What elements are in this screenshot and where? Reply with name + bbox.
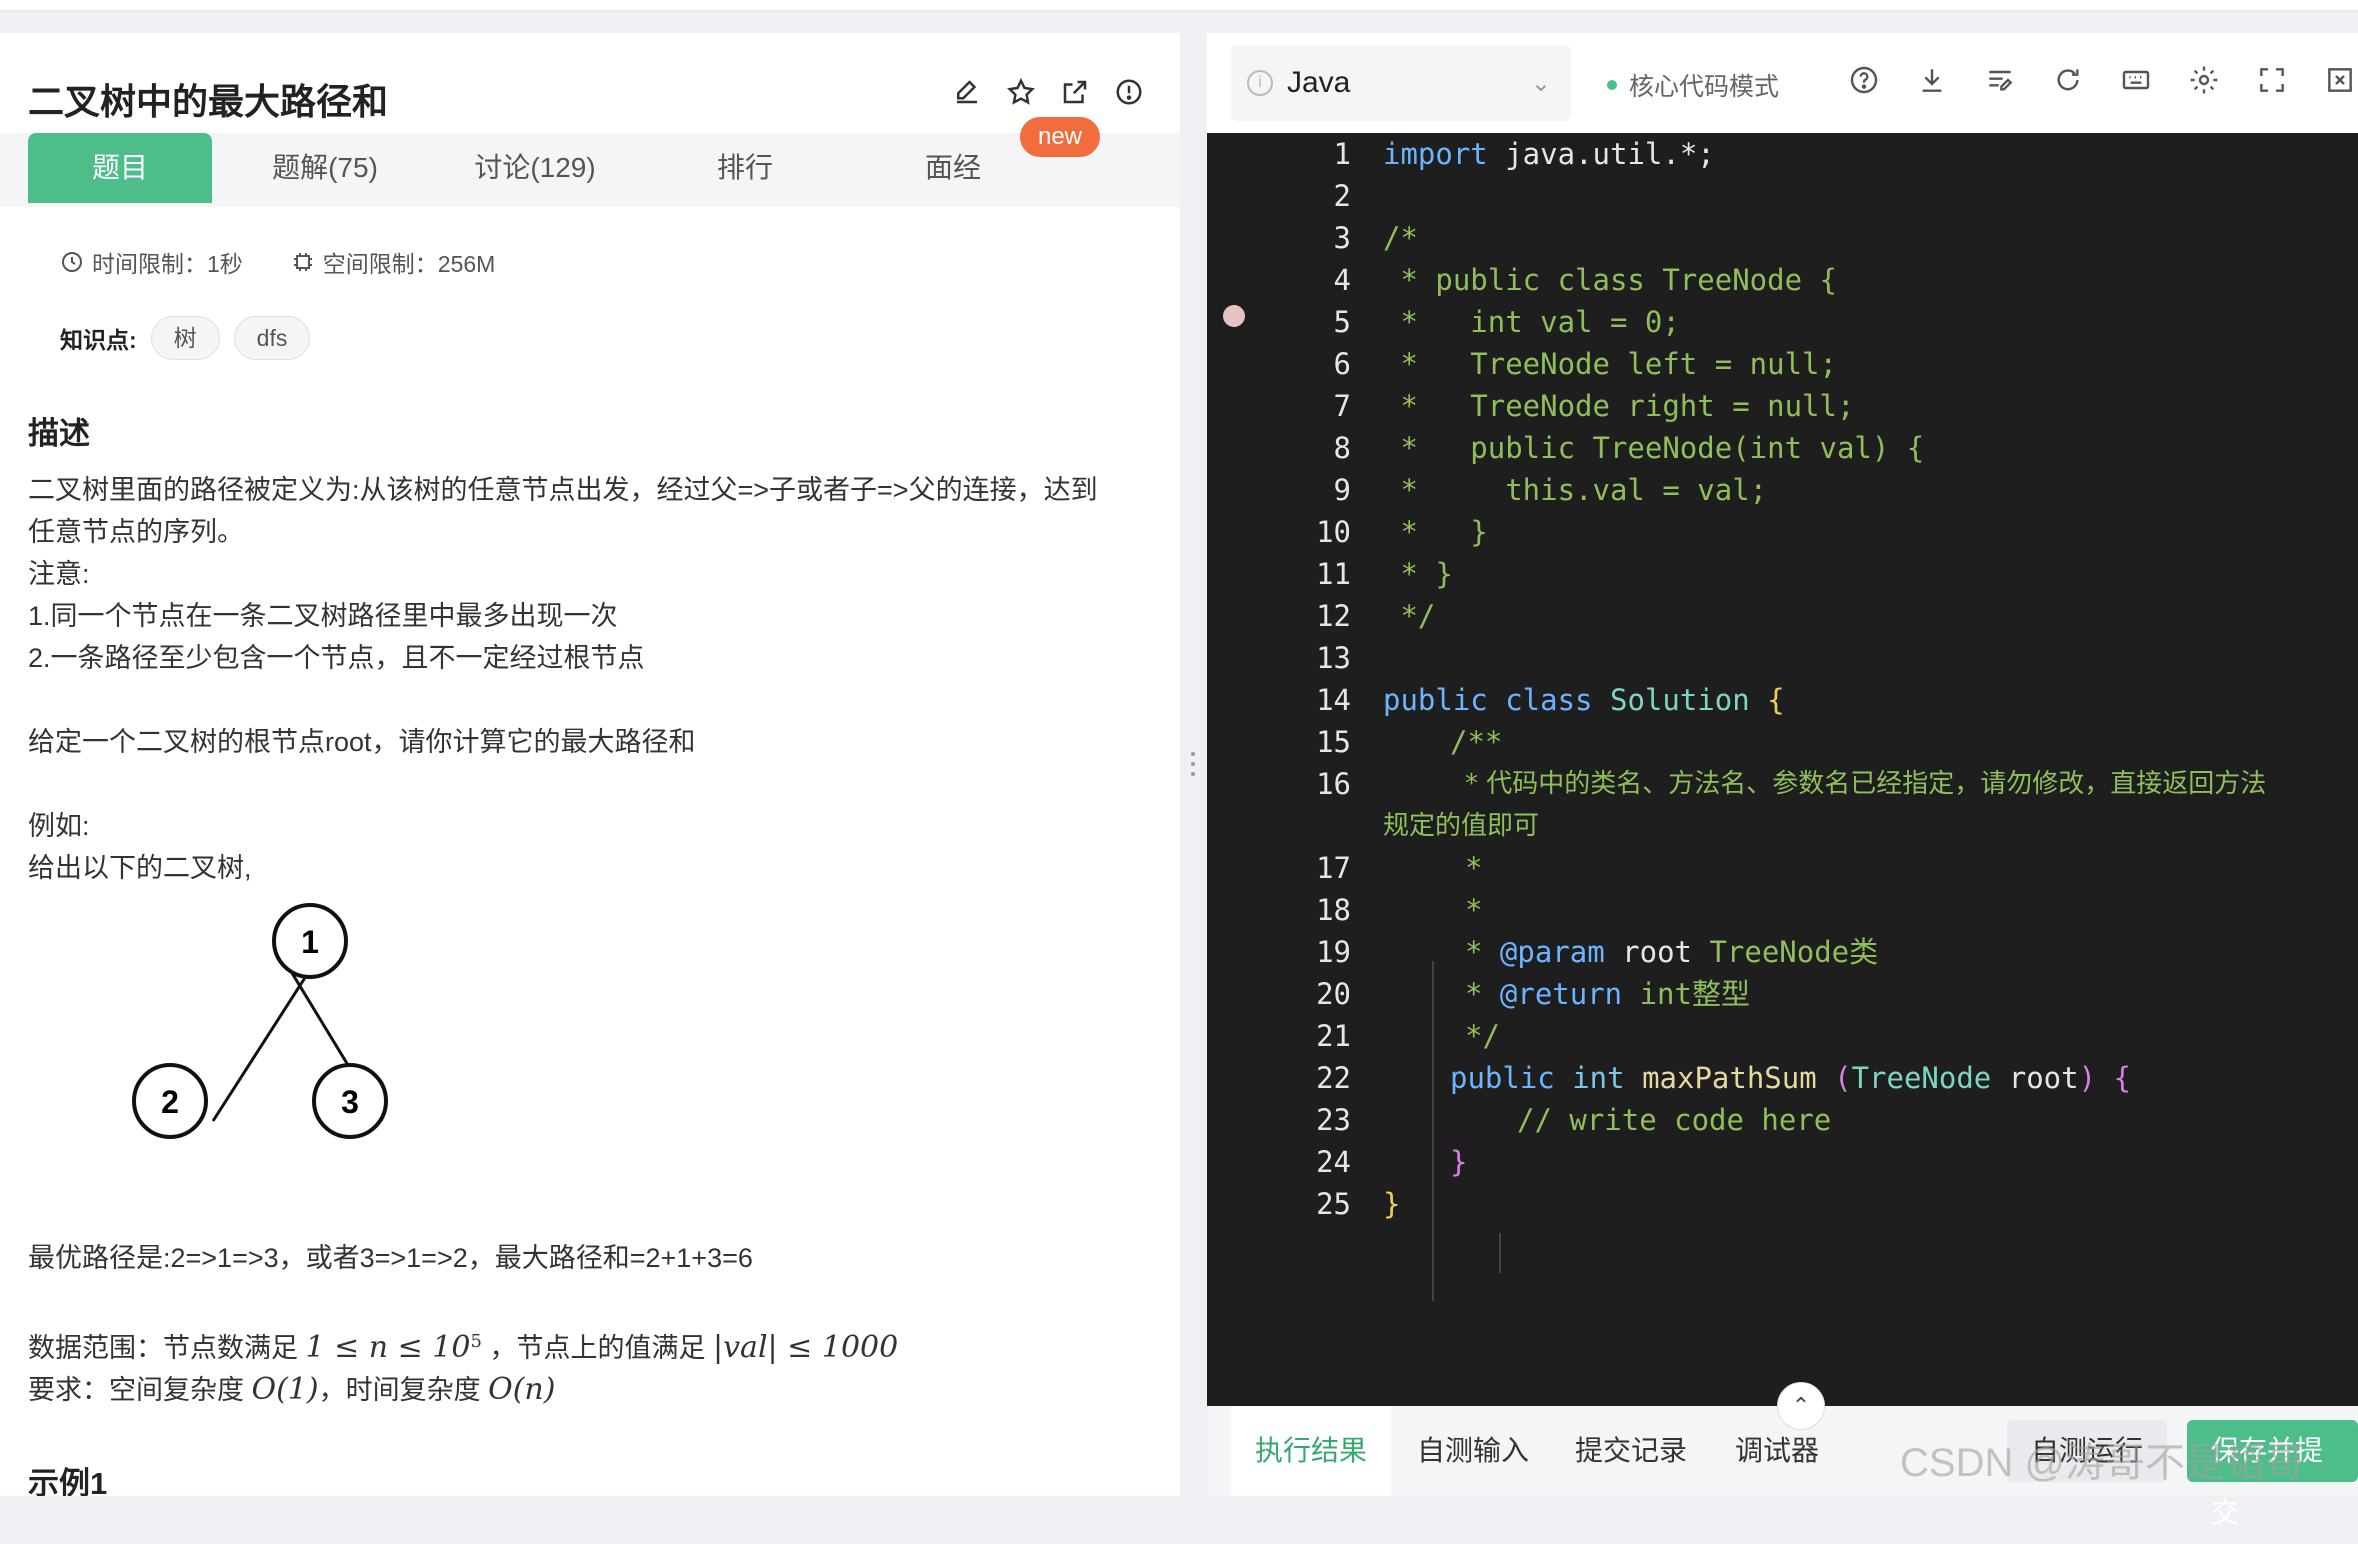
tree-node-label: 2: [161, 1084, 179, 1120]
code-line: 16 * 代码中的类名、方法名、参数名已经指定，请勿修改，直接返回方法: [1316, 767, 2267, 801]
watermark: CSDN @涛哥不是韬哥: [1900, 1441, 2306, 1485]
time-limit: 时间限制：1秒: [60, 245, 243, 279]
help-icon[interactable]: [1847, 63, 1881, 97]
desc-line: 注意:: [28, 559, 90, 589]
download-icon[interactable]: [1915, 63, 1949, 97]
editor-tools: [1847, 63, 2357, 97]
space-limit: 空间限制：256M: [291, 245, 495, 279]
problem-tabs: 题目 题解(75) 讨论(129) 排行 面经: [0, 133, 1180, 207]
requirements: 要求：空间复杂度 O(1)，时间复杂度 O(n): [28, 1372, 556, 1407]
editor-toolbar: i Java ⌄ 核心代码模式: [1207, 33, 2358, 133]
code-line: 18 *: [1316, 893, 1483, 927]
limits: 时间限制：1秒 空间限制：256M: [60, 245, 495, 279]
editor-panel: i Java ⌄ 核心代码模式 1 import java.util.*; 2 3…: [1207, 33, 2358, 1528]
knowledge-tags: 知识点: 树 dfs: [60, 316, 311, 360]
code-line: 25}: [1316, 1187, 1401, 1221]
code-line: 23// write code here: [1316, 1103, 1832, 1137]
chevron-down-icon: ⌄: [1530, 69, 1551, 97]
tab-solutions[interactable]: 题解(75): [240, 133, 410, 203]
panel-resize-handle[interactable]: [1189, 752, 1197, 782]
mode-dot: [1607, 80, 1617, 90]
code-line: 21 */: [1316, 1019, 1500, 1053]
format-icon[interactable]: [1983, 63, 2017, 97]
code-line: 12 */: [1316, 599, 1436, 633]
share-icon[interactable]: [1058, 75, 1092, 109]
tab-ranking[interactable]: 排行: [660, 133, 830, 203]
code-line: 7 * TreeNode right = null;: [1333, 389, 1855, 423]
example-label: 例如:: [28, 811, 90, 841]
example1-heading: 示例1: [28, 1466, 108, 1496]
code-line: 8 * public TreeNode(int val) {: [1333, 431, 1925, 465]
desc-line: 2.一条路径至少包含一个节点，且不一定经过根节点: [28, 643, 645, 673]
desc-line: 任意节点的序列。: [28, 517, 244, 547]
close-panel-icon[interactable]: [2323, 63, 2357, 97]
new-badge: new: [1020, 117, 1100, 157]
problem-description: 描述 二叉树里面的路径被定义为:从该树的任意节点出发，经过父=>子或者子=>父的…: [28, 413, 1158, 1411]
report-icon[interactable]: [1112, 75, 1146, 109]
fullscreen-icon[interactable]: [2255, 63, 2289, 97]
chip-icon: [293, 253, 312, 271]
code-line: 1 import java.util.*;: [1333, 137, 1715, 171]
code-line: 2: [1333, 179, 1351, 213]
tab-problem[interactable]: 题目: [28, 133, 212, 203]
code-line: 6 * TreeNode left = null;: [1333, 347, 1837, 381]
tab-custom-input[interactable]: 自测输入: [1417, 1406, 1529, 1496]
keyboard-icon[interactable]: [2119, 63, 2153, 97]
code-line: 3/*: [1333, 221, 1418, 255]
reset-icon[interactable]: [2051, 63, 2085, 97]
code-line: 24}: [1316, 1145, 1468, 1179]
best-path: 最优路径是:2=>1=>3，或者3=>1=>2，最大路径和=2+1+3=6: [28, 1243, 753, 1273]
tag-tree[interactable]: 树: [150, 316, 220, 360]
tab-debugger[interactable]: 调试器: [1735, 1406, 1819, 1496]
code-line: 5 * int val = 0;: [1333, 305, 1680, 339]
tab-interview[interactable]: 面经: [868, 133, 1038, 203]
code-line: 20 * @return int整型: [1316, 977, 1750, 1011]
title-icons: [950, 75, 1146, 109]
code-line: 10 * }: [1316, 515, 1488, 549]
clock-icon: [62, 252, 82, 272]
code-line: 规定的值即可: [1383, 811, 1540, 841]
code-line: 22 public int maxPathSum (TreeNode root) …: [1316, 1061, 2131, 1095]
star-icon[interactable]: [1004, 75, 1038, 109]
problem-title: 二叉树中的最大路径和: [28, 81, 389, 122]
description-heading: 描述: [28, 416, 90, 451]
language-select[interactable]: i Java ⌄: [1231, 45, 1571, 121]
task-line: 给定一个二叉树的根节点root，请你计算它的最大路径和: [28, 727, 696, 757]
code-mode[interactable]: 核心代码模式: [1607, 67, 1779, 103]
desc-line: 二叉树里面的路径被定义为:从该树的任意节点出发，经过父=>子或者子=>父的连接，…: [28, 475, 1098, 505]
code-line: 11 * }: [1316, 557, 1453, 591]
tree-node-label: 3: [341, 1084, 359, 1120]
tab-run-result[interactable]: 执行结果: [1231, 1406, 1392, 1496]
code-line: 13: [1316, 641, 1351, 675]
binary-tree-diagram: 1 2 3: [132, 903, 388, 1139]
settings-icon[interactable]: [2187, 63, 2221, 97]
code-editor[interactable]: 1 import java.util.*; 2 3/* 4 * public cl…: [1207, 133, 2358, 1406]
language-value: Java: [1287, 66, 1351, 99]
tag-dfs[interactable]: dfs: [233, 316, 311, 360]
data-range: 数据范围：节点数满足 1 ≤ n ≤ 105 ，节点上的值满足 |val| ≤ …: [28, 1330, 899, 1365]
tree-node-label: 1: [301, 924, 319, 960]
knowledge-label: 知识点:: [60, 327, 137, 353]
tab-discussion[interactable]: 讨论(129): [450, 133, 620, 203]
indent-guide: [1499, 1233, 1501, 1273]
info-icon: i: [1247, 70, 1273, 96]
edit-icon[interactable]: [950, 75, 984, 109]
desc-line: 1.同一个节点在一条二叉树路径里中最多出现一次: [28, 601, 618, 631]
problem-panel: 二叉树中的最大路径和 题目 题解(75) 讨论(129) 排行 面经 new 时…: [0, 33, 1180, 1496]
tab-submissions[interactable]: 提交记录: [1575, 1406, 1687, 1496]
top-strip: [0, 0, 2358, 12]
code-line: 19 * @param root TreeNode类: [1316, 935, 1879, 969]
code-line: 9 * this.val = val;: [1333, 473, 1768, 507]
code-line: 14 public class Solution {: [1316, 683, 1785, 717]
code-line: 17 *: [1316, 851, 1483, 885]
code-line: 4 * public class TreeNode {: [1333, 263, 1837, 297]
example-text: 给出以下的二叉树,: [28, 853, 252, 883]
code-line: 15/**: [1316, 725, 1503, 759]
